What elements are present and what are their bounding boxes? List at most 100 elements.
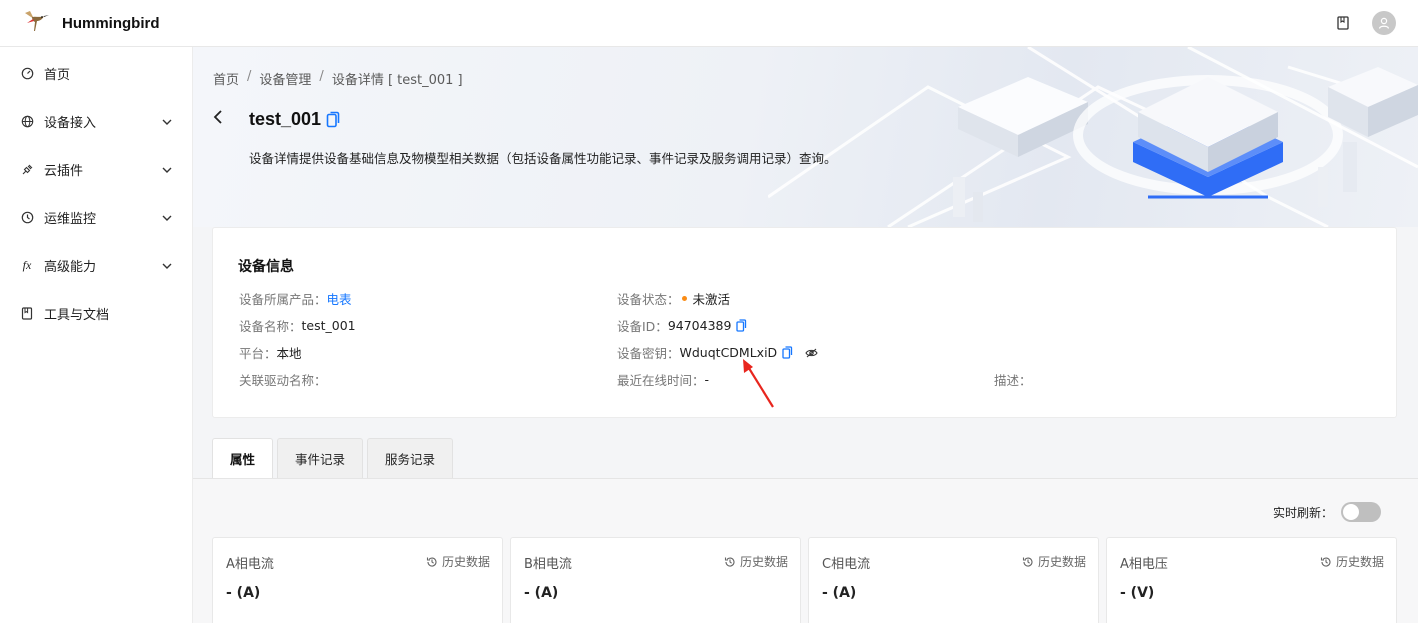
chevron-down-icon xyxy=(162,211,172,224)
copy-icon[interactable] xyxy=(326,111,340,128)
function-icon: fx xyxy=(22,257,32,272)
platform-value: 本地 xyxy=(276,346,302,361)
device-id-value: 94704389 xyxy=(667,318,732,333)
property-card: B相电流 历史数据 - (A) xyxy=(510,537,801,623)
device-name-field: 设备名称： test_001 xyxy=(239,316,356,335)
breadcrumb-home[interactable]: 首页 xyxy=(213,69,239,88)
realtime-refresh-toggle[interactable] xyxy=(1341,502,1381,522)
history-data-link[interactable]: 历史数据 xyxy=(724,553,788,570)
history-icon xyxy=(724,557,735,567)
detail-tabs: 属性 事件记录 服务记录 xyxy=(212,438,454,478)
device-secret-field: 设备密钥： WduqtCDMLxiD xyxy=(617,343,818,362)
sidebar-item-label: 工具与文档 xyxy=(44,307,110,323)
property-name: B相电流 xyxy=(524,557,572,572)
property-name: C相电流 xyxy=(822,557,871,572)
tab-properties[interactable]: 属性 xyxy=(212,438,274,478)
property-card: A相电流 历史数据 - (A) xyxy=(212,537,503,623)
avatar[interactable] xyxy=(1372,11,1396,35)
property-name: A相电流 xyxy=(226,557,274,572)
property-name: A相电压 xyxy=(1120,557,1168,572)
device-name-value: test_001 xyxy=(301,318,356,333)
tab-event-records[interactable]: 事件记录 xyxy=(277,438,364,478)
product-field: 设备所属产品： 电表 xyxy=(239,289,352,308)
property-card: A相电压 历史数据 - (V) xyxy=(1106,537,1397,623)
device-secret-label: 设备密钥： xyxy=(617,346,680,361)
globe-icon xyxy=(20,114,34,128)
driver-label: 关联驱动名称： xyxy=(239,373,327,388)
sidebar-item-advanced[interactable]: fx 高级能力 xyxy=(0,241,192,289)
hummingbird-logo-icon xyxy=(22,7,50,39)
description-field: 描述： xyxy=(994,370,1032,389)
property-cards: A相电流 历史数据 - (A) B相电流 历史数据 - (A) C相电流 历史数… xyxy=(212,537,1397,623)
breadcrumb-device-management[interactable]: 设备管理 xyxy=(259,69,311,88)
properties-panel: 实时刷新： A相电流 历史数据 - (A) B相电流 历史数据 - (A) C相… xyxy=(193,478,1418,623)
breadcrumb-current: 设备详情 [ test_001 ] xyxy=(331,73,463,88)
history-data-label: 历史数据 xyxy=(1037,555,1086,569)
property-value: - (A) xyxy=(524,585,559,601)
book-icon xyxy=(20,306,34,320)
annotation-arrow xyxy=(743,359,774,408)
history-data-label: 历史数据 xyxy=(739,555,788,569)
breadcrumb-separator: / xyxy=(319,69,324,84)
back-button[interactable] xyxy=(213,109,229,130)
chevron-down-icon xyxy=(162,163,172,176)
property-value: - (V) xyxy=(1120,585,1155,601)
driver-field: 关联驱动名称： xyxy=(239,370,327,389)
history-data-label: 历史数据 xyxy=(1335,555,1384,569)
status-dot xyxy=(681,296,687,301)
status-field: 设备状态： 未激活 xyxy=(617,289,730,308)
chevron-down-icon xyxy=(162,115,172,128)
app-name: Hummingbird xyxy=(62,14,160,32)
platform-label: 平台： xyxy=(239,346,277,361)
sidebar-item-home[interactable]: 首页 xyxy=(0,49,192,97)
product-label: 设备所属产品： xyxy=(239,292,327,307)
property-value: - (A) xyxy=(226,585,261,601)
sidebar-item-label: 设备接入 xyxy=(44,115,97,131)
page-header: test_001 xyxy=(213,109,340,130)
sidebar-item-tools-docs[interactable]: 工具与文档 xyxy=(0,289,192,337)
sidebar-item-label: 运维监控 xyxy=(44,211,97,227)
page-subtitle: 设备详情提供设备基础信息及物模型相关数据（包括设备属性功能记录、事件记录及服务调… xyxy=(249,151,837,166)
history-icon xyxy=(1022,557,1033,567)
copy-icon[interactable] xyxy=(736,319,747,332)
plugin-icon xyxy=(20,162,34,176)
last-online-field: 最近在线时间： - xyxy=(617,370,709,389)
device-name-label: 设备名称： xyxy=(239,319,302,334)
realtime-refresh-label: 实时刷新： xyxy=(1272,505,1333,520)
history-data-link[interactable]: 历史数据 xyxy=(1022,553,1086,570)
property-value: - (A) xyxy=(822,585,857,601)
sidebar-item-label: 高级能力 xyxy=(44,259,97,275)
page-title: test_001 xyxy=(249,109,322,129)
top-bar: Hummingbird xyxy=(0,0,1418,47)
hero-illustration xyxy=(768,47,1418,227)
status-value: 未激活 xyxy=(692,292,731,307)
device-id-label: 设备ID： xyxy=(617,319,668,334)
eye-hidden-icon[interactable] xyxy=(805,348,818,358)
device-info-title: 设备信息 xyxy=(238,259,294,275)
breadcrumb-separator: / xyxy=(247,69,252,84)
device-id-field: 设备ID： 94704389 xyxy=(617,316,747,335)
product-link[interactable]: 电表 xyxy=(327,289,352,308)
device-info-card: 设备信息 设备所属产品： 电表 设备名称： test_001 平台： 本地 关联… xyxy=(212,227,1397,418)
sidebar: 首页 设备接入 云插件 运维监控 fx 高级能力 工具与文档 xyxy=(0,47,193,623)
clock-icon xyxy=(20,210,34,224)
chevron-down-icon xyxy=(162,259,172,272)
copy-icon[interactable] xyxy=(782,346,793,359)
last-online-label: 最近在线时间： xyxy=(617,373,705,388)
breadcrumb: 首页 / 设备管理 / 设备详情 [ test_001 ] xyxy=(213,69,463,88)
document-icon[interactable] xyxy=(1336,15,1350,31)
main-content: 首页 / 设备管理 / 设备详情 [ test_001 ] test_001 设… xyxy=(193,47,1418,623)
sidebar-item-cloud-plugin[interactable]: 云插件 xyxy=(0,145,192,193)
history-data-link[interactable]: 历史数据 xyxy=(426,553,490,570)
back-arrow-icon xyxy=(213,110,222,124)
sidebar-item-label: 首页 xyxy=(44,67,71,83)
history-data-label: 历史数据 xyxy=(441,555,490,569)
app-logo[interactable]: Hummingbird xyxy=(22,7,160,39)
last-online-value: - xyxy=(704,372,710,387)
property-card: C相电流 历史数据 - (A) xyxy=(808,537,1099,623)
sidebar-item-ops-monitor[interactable]: 运维监控 xyxy=(0,193,192,241)
tab-service-records[interactable]: 服务记录 xyxy=(367,438,454,478)
history-data-link[interactable]: 历史数据 xyxy=(1320,553,1384,570)
platform-field: 平台： 本地 xyxy=(239,343,302,362)
sidebar-item-device-access[interactable]: 设备接入 xyxy=(0,97,192,145)
